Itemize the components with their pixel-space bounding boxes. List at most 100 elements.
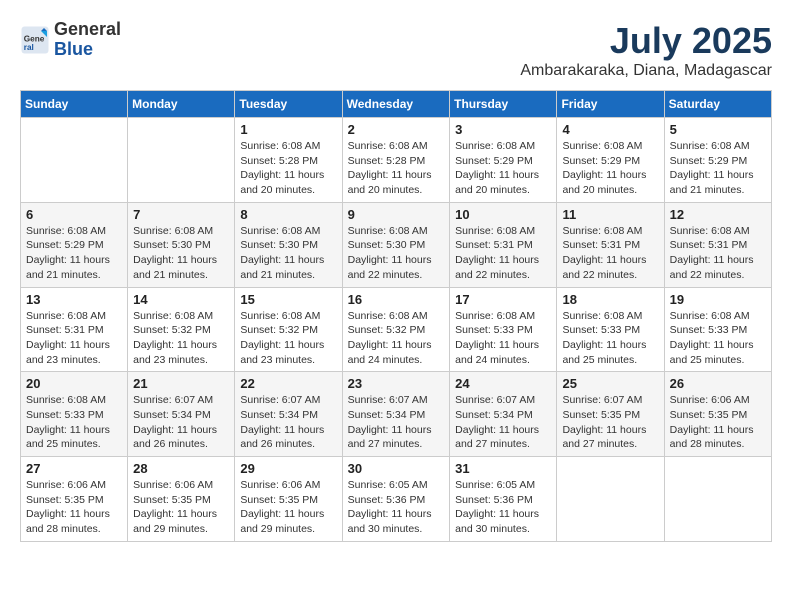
day-info: Sunrise: 6:08 AM Sunset: 5:30 PM Dayligh… <box>133 224 229 283</box>
calendar-cell: 13 Sunrise: 6:08 AM Sunset: 5:31 PM Dayli… <box>21 287 128 372</box>
calendar-cell: 5 Sunrise: 6:08 AM Sunset: 5:29 PM Daylig… <box>664 118 771 203</box>
day-info: Sunrise: 6:07 AM Sunset: 5:34 PM Dayligh… <box>240 393 336 452</box>
calendar-cell: 12 Sunrise: 6:08 AM Sunset: 5:31 PM Dayli… <box>664 202 771 287</box>
weekday-header-row: SundayMondayTuesdayWednesdayThursdayFrid… <box>21 91 772 118</box>
day-info: Sunrise: 6:08 AM Sunset: 5:32 PM Dayligh… <box>240 309 336 368</box>
day-number: 18 <box>562 292 658 307</box>
day-number: 14 <box>133 292 229 307</box>
calendar-cell: 16 Sunrise: 6:08 AM Sunset: 5:32 PM Dayli… <box>342 287 450 372</box>
day-number: 27 <box>26 461 122 476</box>
calendar-cell: 25Sunrise: 6:07 AM Sunset: 5:35 PM Dayli… <box>557 372 664 457</box>
day-info: Sunrise: 6:05 AM Sunset: 5:36 PM Dayligh… <box>348 478 445 537</box>
calendar-cell: 26Sunrise: 6:06 AM Sunset: 5:35 PM Dayli… <box>664 372 771 457</box>
day-info: Sunrise: 6:08 AM Sunset: 5:29 PM Dayligh… <box>26 224 122 283</box>
day-number: 1 <box>240 122 336 137</box>
calendar-cell: 31 Sunrise: 6:05 AM Sunset: 5:36 PM Dayli… <box>450 457 557 542</box>
day-info: Sunrise: 6:08 AM Sunset: 5:30 PM Dayligh… <box>240 224 336 283</box>
calendar-cell: 3 Sunrise: 6:08 AM Sunset: 5:29 PM Daylig… <box>450 118 557 203</box>
day-number: 2 <box>348 122 445 137</box>
calendar-cell: 14 Sunrise: 6:08 AM Sunset: 5:32 PM Dayli… <box>128 287 235 372</box>
day-info: Sunrise: 6:08 AM Sunset: 5:31 PM Dayligh… <box>26 309 122 368</box>
day-info: Sunrise: 6:08 AM Sunset: 5:31 PM Dayligh… <box>455 224 551 283</box>
day-info: Sunrise: 6:08 AM Sunset: 5:28 PM Dayligh… <box>348 139 445 198</box>
weekday-header-friday: Friday <box>557 91 664 118</box>
day-number: 30 <box>348 461 445 476</box>
weekday-header-sunday: Sunday <box>21 91 128 118</box>
calendar-cell: 22 Sunrise: 6:07 AM Sunset: 5:34 PM Dayli… <box>235 372 342 457</box>
logo-blue-text: Blue <box>54 40 121 60</box>
calendar-cell: 27 Sunrise: 6:06 AM Sunset: 5:35 PM Dayli… <box>21 457 128 542</box>
calendar-cell <box>128 118 235 203</box>
day-info: Sunrise: 6:08 AM Sunset: 5:29 PM Dayligh… <box>670 139 766 198</box>
day-info: Sunrise: 6:06 AM Sunset: 5:35 PM Dayligh… <box>240 478 336 537</box>
weekday-header-saturday: Saturday <box>664 91 771 118</box>
day-number: 22 <box>240 376 336 391</box>
calendar-cell: 4Sunrise: 6:08 AM Sunset: 5:29 PM Daylig… <box>557 118 664 203</box>
day-info: Sunrise: 6:08 AM Sunset: 5:31 PM Dayligh… <box>670 224 766 283</box>
calendar-location: Ambarakaraka, Diana, Madagascar <box>520 62 772 80</box>
day-info: Sunrise: 6:08 AM Sunset: 5:33 PM Dayligh… <box>670 309 766 368</box>
calendar-cell: 24Sunrise: 6:07 AM Sunset: 5:34 PM Dayli… <box>450 372 557 457</box>
day-number: 13 <box>26 292 122 307</box>
day-info: Sunrise: 6:05 AM Sunset: 5:36 PM Dayligh… <box>455 478 551 537</box>
calendar-cell: 7 Sunrise: 6:08 AM Sunset: 5:30 PM Daylig… <box>128 202 235 287</box>
calendar-cell: 18Sunrise: 6:08 AM Sunset: 5:33 PM Dayli… <box>557 287 664 372</box>
day-info: Sunrise: 6:08 AM Sunset: 5:33 PM Dayligh… <box>26 393 122 452</box>
calendar-cell <box>21 118 128 203</box>
week-row-3: 13 Sunrise: 6:08 AM Sunset: 5:31 PM Dayli… <box>21 287 772 372</box>
calendar-cell: 21 Sunrise: 6:07 AM Sunset: 5:34 PM Dayli… <box>128 372 235 457</box>
day-number: 6 <box>26 207 122 222</box>
calendar-cell: 29Sunrise: 6:06 AM Sunset: 5:35 PM Dayli… <box>235 457 342 542</box>
day-number: 21 <box>133 376 229 391</box>
day-info: Sunrise: 6:08 AM Sunset: 5:29 PM Dayligh… <box>562 139 658 198</box>
day-number: 10 <box>455 207 551 222</box>
day-number: 15 <box>240 292 336 307</box>
calendar-cell: 20 Sunrise: 6:08 AM Sunset: 5:33 PM Dayli… <box>21 372 128 457</box>
day-info: Sunrise: 6:06 AM Sunset: 5:35 PM Dayligh… <box>133 478 229 537</box>
day-number: 24 <box>455 376 551 391</box>
day-number: 12 <box>670 207 766 222</box>
week-row-1: 1 Sunrise: 6:08 AM Sunset: 5:28 PM Daylig… <box>21 118 772 203</box>
week-row-5: 27 Sunrise: 6:06 AM Sunset: 5:35 PM Dayli… <box>21 457 772 542</box>
day-number: 9 <box>348 207 445 222</box>
day-info: Sunrise: 6:08 AM Sunset: 5:32 PM Dayligh… <box>348 309 445 368</box>
page-header: Gene ral General Blue July 2025 Ambaraka… <box>20 20 772 80</box>
calendar-cell: 6 Sunrise: 6:08 AM Sunset: 5:29 PM Daylig… <box>21 202 128 287</box>
day-info: Sunrise: 6:08 AM Sunset: 5:28 PM Dayligh… <box>240 139 336 198</box>
day-info: Sunrise: 6:06 AM Sunset: 5:35 PM Dayligh… <box>26 478 122 537</box>
day-info: Sunrise: 6:08 AM Sunset: 5:32 PM Dayligh… <box>133 309 229 368</box>
calendar-table: SundayMondayTuesdayWednesdayThursdayFrid… <box>20 90 772 542</box>
day-info: Sunrise: 6:08 AM Sunset: 5:29 PM Dayligh… <box>455 139 551 198</box>
calendar-cell: 15 Sunrise: 6:08 AM Sunset: 5:32 PM Dayli… <box>235 287 342 372</box>
day-number: 7 <box>133 207 229 222</box>
day-number: 31 <box>455 461 551 476</box>
day-number: 3 <box>455 122 551 137</box>
calendar-cell: 19Sunrise: 6:08 AM Sunset: 5:33 PM Dayli… <box>664 287 771 372</box>
day-number: 28 <box>133 461 229 476</box>
day-number: 8 <box>240 207 336 222</box>
weekday-header-wednesday: Wednesday <box>342 91 450 118</box>
calendar-cell: 9 Sunrise: 6:08 AM Sunset: 5:30 PM Daylig… <box>342 202 450 287</box>
week-row-2: 6 Sunrise: 6:08 AM Sunset: 5:29 PM Daylig… <box>21 202 772 287</box>
day-info: Sunrise: 6:07 AM Sunset: 5:34 PM Dayligh… <box>133 393 229 452</box>
weekday-header-thursday: Thursday <box>450 91 557 118</box>
title-block: July 2025 Ambarakaraka, Diana, Madagasca… <box>520 20 772 80</box>
calendar-cell <box>664 457 771 542</box>
weekday-header-monday: Monday <box>128 91 235 118</box>
day-number: 25 <box>562 376 658 391</box>
logo-icon: Gene ral <box>20 25 50 55</box>
calendar-cell: 1 Sunrise: 6:08 AM Sunset: 5:28 PM Daylig… <box>235 118 342 203</box>
calendar-cell: 10 Sunrise: 6:08 AM Sunset: 5:31 PM Dayli… <box>450 202 557 287</box>
day-number: 20 <box>26 376 122 391</box>
day-info: Sunrise: 6:06 AM Sunset: 5:35 PM Dayligh… <box>670 393 766 452</box>
calendar-cell: 11Sunrise: 6:08 AM Sunset: 5:31 PM Dayli… <box>557 202 664 287</box>
day-number: 16 <box>348 292 445 307</box>
calendar-cell <box>557 457 664 542</box>
day-number: 17 <box>455 292 551 307</box>
day-info: Sunrise: 6:08 AM Sunset: 5:30 PM Dayligh… <box>348 224 445 283</box>
weekday-header-tuesday: Tuesday <box>235 91 342 118</box>
day-number: 5 <box>670 122 766 137</box>
logo: Gene ral General Blue <box>20 20 121 60</box>
day-number: 23 <box>348 376 445 391</box>
logo-text: General Blue <box>54 20 121 60</box>
